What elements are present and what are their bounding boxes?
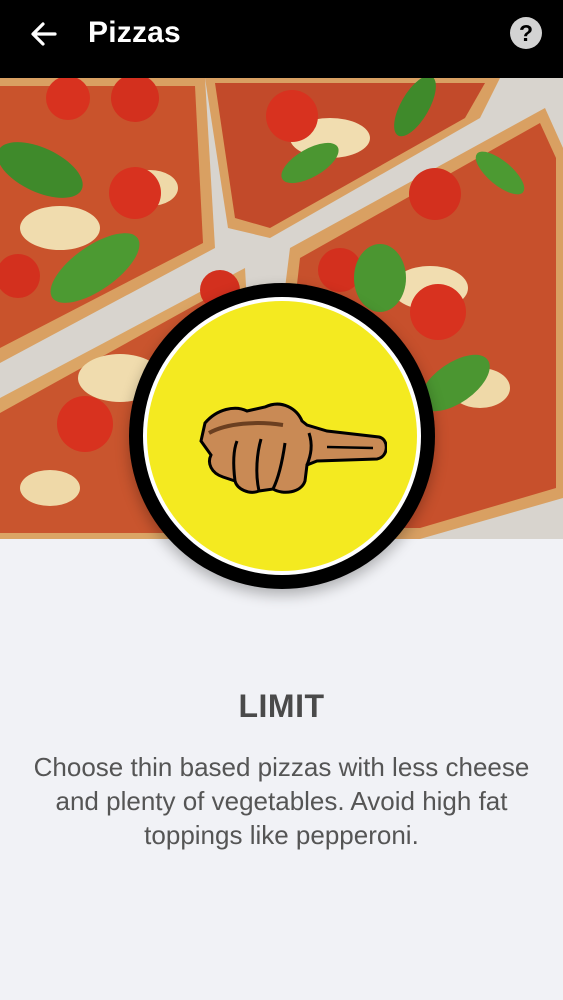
arrow-left-icon xyxy=(31,22,57,46)
section-description: Choose thin based pizzas with less chees… xyxy=(33,752,530,850)
page-title: Pizzas xyxy=(88,16,181,49)
hand-pointing-icon xyxy=(199,402,387,494)
limit-badge xyxy=(129,283,435,589)
help-button[interactable]: ? xyxy=(510,17,542,49)
back-button[interactable] xyxy=(24,14,64,54)
app-bar: Pizzas ? xyxy=(0,0,563,78)
section-heading: LIMIT xyxy=(238,688,325,724)
question-mark-icon: ? xyxy=(518,19,534,46)
